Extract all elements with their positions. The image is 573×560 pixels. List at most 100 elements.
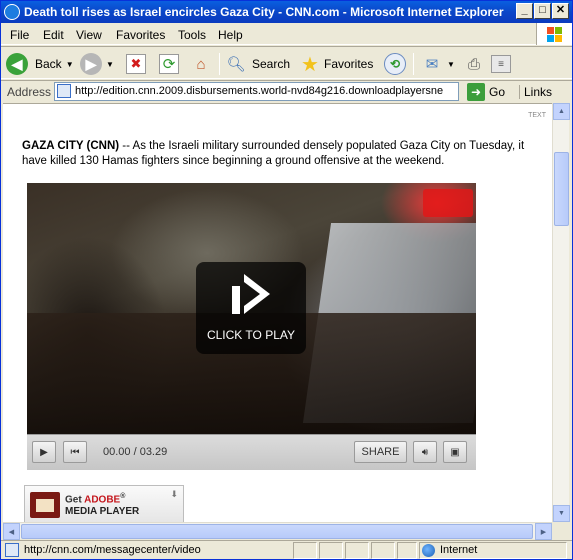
text-size-badge[interactable]: TEXT [528,112,546,119]
mail-button[interactable]: ✉ ▼ [421,51,455,77]
print-icon: ⎙ [467,55,480,73]
adobe-ad-get: Get [65,494,82,506]
menu-tools[interactable]: Tools [178,28,206,42]
standard-toolbar: ◀ Back ▼ ▶ ▼ ✖ ⟳ ⌂ 🔍︎ Search ★ Favorites… [1,46,572,79]
status-panel [371,542,395,559]
adobe-ad-reg: ® [120,493,126,500]
play-button[interactable]: ▶ [32,441,56,463]
address-bar: Address http://edition.cnn.2009.disburse… [1,80,572,102]
internet-globe-icon [422,544,435,557]
history-button[interactable]: ⟲ [384,51,406,77]
video-thumbnail[interactable]: CLICK TO PLAY [27,183,476,434]
toolbar-separator [219,53,220,75]
search-label: Search [252,57,291,71]
title-bar: Death toll rises as Israel encircles Gaz… [1,1,572,23]
home-button[interactable]: ⌂ [190,51,212,77]
status-panel [293,542,317,559]
status-bar: http://cnn.com/messagecenter/video Inter… [1,540,572,559]
search-icon: 🔍︎ [226,56,246,73]
maximize-button[interactable]: □ [534,3,551,19]
status-page-icon [5,543,19,557]
back-arrow-icon: ◀ [6,53,28,75]
menu-view[interactable]: View [76,28,102,42]
back-label: Back [35,57,62,71]
address-label: Address [7,85,52,99]
menu-bar: File Edit View Favorites Tools Help [1,23,572,45]
edit-page-button[interactable]: ≡ [491,51,511,77]
mail-icon: ✉ [425,56,439,73]
stop-icon: ✖ [126,54,146,74]
page-icon [57,84,71,98]
mail-dropdown-icon[interactable]: ▼ [447,60,455,69]
adobe-media-player-logo-icon [30,492,60,518]
back-dropdown-icon[interactable]: ▼ [66,60,74,69]
share-button[interactable]: SHARE [354,441,407,463]
menu-favorites[interactable]: Favorites [116,28,165,42]
ie-app-icon [4,4,20,20]
stop-button[interactable]: ✖ [126,51,146,77]
forward-button[interactable]: ▶ ▼ [80,51,114,77]
adobe-ad-headline: Get ADOBE® [65,493,125,505]
edit-icon: ≡ [491,55,511,73]
menu-file[interactable]: File [10,28,29,42]
scroll-corner [552,522,569,539]
toolbar-separator [413,53,414,75]
rewind-button[interactable]: ⏮ [63,441,87,463]
player-controls: ▶ ⏮ 00.00 / 03.29 SHARE 🔊︎ ▣ [27,434,476,470]
scroll-down-button[interactable]: ▼ [553,505,570,522]
print-button[interactable]: ⎙ [463,51,485,77]
playback-time: 00.00 / 03.29 [103,446,168,458]
scroll-up-button[interactable]: ▲ [553,103,570,120]
click-to-play-button[interactable]: CLICK TO PLAY [196,262,306,354]
windows-logo-icon [536,23,572,45]
search-button[interactable]: 🔍︎ Search [225,51,290,77]
forward-dropdown-icon[interactable]: ▼ [106,60,114,69]
status-text: http://cnn.com/messagecenter/video [24,544,201,556]
window-title: Death toll rises as Israel encircles Gaz… [24,5,504,19]
vertical-scroll-thumb[interactable] [554,152,569,226]
address-url[interactable]: http://edition.cnn.2009.disbursements.wo… [75,85,443,97]
story-lead-line-1: -- As the Israeli military surrounded de… [119,140,525,152]
download-arrow-icon: ⬇ [170,489,178,499]
menu-edit[interactable]: Edit [43,28,64,42]
forward-arrow-icon: ▶ [80,53,102,75]
adobe-media-player-ad[interactable]: Get ADOBE® MEDIA PLAYER ⬇ [24,485,184,522]
favorites-button[interactable]: ★ Favorites [299,51,373,77]
volume-button[interactable]: 🔊︎ [413,441,437,463]
fullscreen-button[interactable]: ▣ [443,441,467,463]
status-panel [397,542,417,559]
skip-back-icon: ⏮ [70,446,80,458]
home-icon: ⌂ [196,55,206,73]
favorites-star-icon: ★ [301,53,319,76]
go-label: Go [489,85,506,99]
back-button[interactable]: ◀ Back ▼ [6,51,74,77]
scroll-right-button[interactable]: ▶ [535,523,552,540]
refresh-icon: ⟳ [159,54,179,74]
story-lead-line-2: have killed 130 Hamas fighters since beg… [22,155,445,167]
menu-help[interactable]: Help [218,28,243,42]
fullscreen-icon: ▣ [450,446,460,458]
scroll-left-button[interactable]: ◀ [3,523,20,540]
close-button[interactable]: ✕ [552,3,569,19]
horizontal-scroll-thumb[interactable] [21,524,533,539]
volume-icon: 🔊︎ [421,446,429,458]
status-panel [345,542,369,559]
go-button[interactable]: ➜ Go [467,83,505,101]
click-to-play-label: CLICK TO PLAY [206,328,296,342]
vertical-scrollbar[interactable]: ▲ ▼ [552,103,570,522]
refresh-button[interactable]: ⟳ [159,51,179,77]
links-button[interactable]: Links [519,85,552,99]
adobe-ad-brand: ADOBE [84,494,121,506]
favorites-label: Favorites [324,57,374,71]
adobe-ad-product: MEDIA PLAYER [65,506,140,517]
address-input[interactable]: http://edition.cnn.2009.disbursements.wo… [54,82,459,101]
play-icon: ▶ [40,446,48,458]
minimize-button[interactable]: _ [516,3,533,19]
go-arrow-icon: ➜ [467,83,485,101]
play-logo-icon [232,274,270,314]
status-panel [319,542,343,559]
horizontal-scrollbar[interactable]: ◀ ▶ [3,522,552,540]
story-dateline: GAZA CITY (CNN) [22,140,120,152]
security-zone-label: Internet [440,544,478,556]
video-scene-siren [423,189,473,217]
